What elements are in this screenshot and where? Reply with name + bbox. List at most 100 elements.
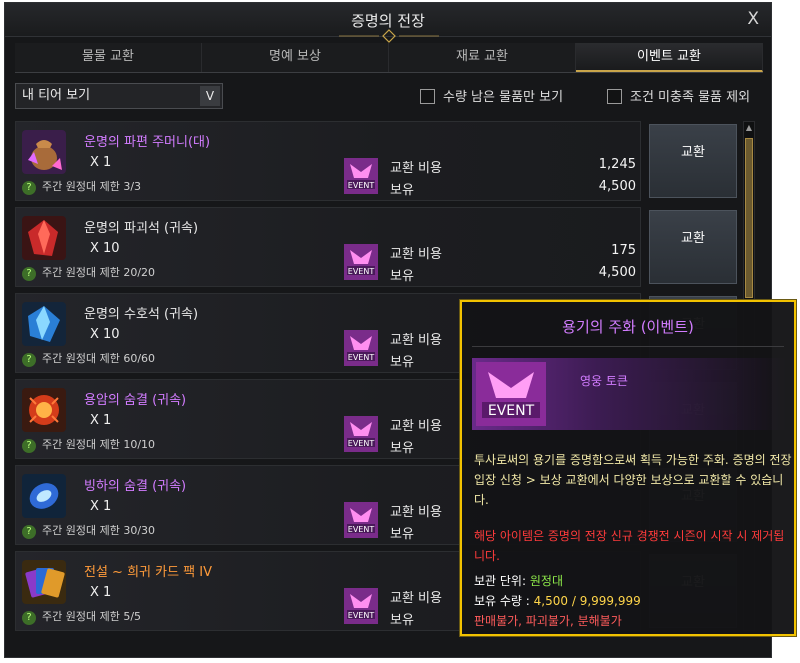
event-token-icon: EVENT: [344, 244, 378, 280]
owned-label: 보유: [390, 441, 414, 456]
cost-label: 교환 비용: [390, 419, 442, 434]
item-body: 운명의 파편 주머니(대) X 1 ? 주간 원정대 제한 3/3 EVENT 교…: [15, 121, 641, 201]
tab-material-exchange[interactable]: 재료 교환: [389, 43, 576, 72]
svg-text:EVENT: EVENT: [348, 611, 375, 620]
cost-label: 교환 비용: [390, 161, 442, 176]
weekly-limit: ? 주간 원정대 제한 3/3: [22, 178, 141, 195]
scroll-thumb[interactable]: [745, 138, 753, 298]
owned-label: 보유: [390, 527, 414, 542]
card-pack-icon: [22, 560, 66, 604]
owned-count-label: 보유 수량 :: [474, 594, 530, 608]
item-name: 운명의 수호석 (귀속): [84, 307, 199, 322]
storage-value: 원정대: [529, 574, 563, 588]
event-token-icon: EVENT: [344, 502, 378, 538]
weekly-limit-text: 주간 원정대 제한 5/5: [42, 610, 142, 623]
tab-event-exchange[interactable]: 이벤트 교환: [576, 43, 763, 72]
tooltip-warning: 해당 아이템은 증명의 전장 신규 경쟁전 시즌이 시작 시 제거됩니다.: [474, 529, 785, 563]
red-crystal-icon: [22, 216, 66, 260]
checkbox-box[interactable]: [607, 89, 622, 104]
item-quantity: X 1: [90, 155, 112, 170]
filter-bar: 내 티어 보기 V 수량 남은 물품만 보기 조건 미충족 물품 제외: [15, 83, 763, 111]
weekly-limit: ? 주간 원정대 제한 20/20: [22, 264, 155, 281]
help-icon[interactable]: ?: [22, 611, 36, 625]
item-name: 전설 ~ 희귀 카드 팩 IV: [84, 565, 213, 580]
title-bar: 증명의 전장 X: [5, 3, 771, 43]
help-icon[interactable]: ?: [22, 439, 36, 453]
only-remaining-label: 수량 남은 물품만 보기: [443, 90, 564, 105]
glacier-breath-icon: [22, 474, 66, 518]
owned-label: 보유: [390, 183, 414, 198]
event-token-icon: EVENT: [344, 330, 378, 366]
window-title: 증명의 전장: [351, 12, 425, 30]
event-token-icon: EVENT: [344, 588, 378, 624]
tier-select[interactable]: 내 티어 보기 V: [15, 83, 223, 109]
cost-label: 교환 비용: [390, 591, 442, 606]
tooltip-storage: 보관 단위: 원정대: [474, 572, 563, 589]
tooltip-owned: 보유 수량 : 4,500 / 9,999,999: [474, 592, 641, 609]
tooltip-description: 투사로써의 용기를 증명함으로써 획득 가능한 주화. 증명의 전장 입장 신청…: [474, 453, 792, 507]
scroll-up-icon[interactable]: ▲: [744, 122, 754, 134]
item-body: 운명의 파괴석 (귀속) X 10 ? 주간 원정대 제한 20/20 EVENT…: [15, 207, 641, 287]
svg-text:EVENT: EVENT: [348, 439, 375, 448]
item-tooltip: 용기의 주화 (이벤트) EVENT 영웅 토큰 투사로써의 용기를 증명함으로…: [460, 300, 796, 636]
chevron-down-icon[interactable]: V: [200, 86, 220, 106]
exchange-button[interactable]: 교환: [649, 210, 737, 284]
cost-label: 교환 비용: [390, 247, 442, 262]
owned-label: 보유: [390, 355, 414, 370]
item-name: 용암의 숨결 (귀속): [84, 393, 187, 408]
weekly-limit-text: 주간 원정대 제한 3/3: [42, 180, 142, 193]
checkbox-box[interactable]: [420, 89, 435, 104]
weekly-limit-text: 주간 원정대 제한 10/10: [42, 438, 156, 451]
tooltip-divider: [472, 346, 784, 347]
tab-honor-reward[interactable]: 명예 보상: [202, 43, 389, 72]
title-ornament-icon: [339, 29, 439, 43]
tab-bar: 물물 교환 명예 보상 재료 교환 이벤트 교환: [15, 43, 763, 73]
svg-text:EVENT: EVENT: [348, 181, 375, 190]
owned-count-value: 4,500 / 9,999,999: [533, 594, 641, 608]
item-quantity: X 10: [90, 241, 120, 256]
only-remaining-checkbox[interactable]: 수량 남은 물품만 보기: [420, 86, 563, 105]
help-icon[interactable]: ?: [22, 267, 36, 281]
close-button[interactable]: X: [747, 9, 759, 29]
pouch-icon: [22, 130, 66, 174]
exclude-unmet-checkbox[interactable]: 조건 미충족 물품 제외: [607, 86, 750, 105]
weekly-limit-text: 주간 원정대 제한 30/30: [42, 524, 156, 537]
tier-select-value: 내 티어 보기: [22, 88, 91, 103]
list-item: 운명의 파편 주머니(대) X 1 ? 주간 원정대 제한 3/3 EVENT 교…: [15, 121, 737, 201]
help-icon[interactable]: ?: [22, 525, 36, 539]
tooltip-title: 용기의 주화 (이벤트): [562, 318, 694, 336]
owned-label: 보유: [390, 613, 414, 628]
owned-label: 보유: [390, 269, 414, 284]
item-name: 운명의 파괴석 (귀속): [84, 221, 199, 236]
owned-value: 4,500: [598, 265, 636, 280]
svg-text:EVENT: EVENT: [348, 353, 375, 362]
exchange-button[interactable]: 교환: [649, 124, 737, 198]
exclude-unmet-label: 조건 미충족 물품 제외: [630, 90, 751, 105]
item-quantity: X 10: [90, 327, 120, 342]
item-quantity: X 1: [90, 499, 112, 514]
item-quantity: X 1: [90, 413, 112, 428]
svg-text:EVENT: EVENT: [348, 525, 375, 534]
item-quantity: X 1: [90, 585, 112, 600]
item-name: 운명의 파편 주머니(대): [84, 135, 211, 150]
cost-label: 교환 비용: [390, 333, 442, 348]
weekly-limit: ? 주간 원정대 제한 5/5: [22, 608, 141, 625]
event-token-icon: EVENT: [476, 362, 546, 426]
help-icon[interactable]: ?: [22, 353, 36, 367]
weekly-limit: ? 주간 원정대 제한 60/60: [22, 350, 155, 367]
weekly-limit: ? 주간 원정대 제한 30/30: [22, 522, 155, 539]
cost-value: 1,245: [598, 157, 636, 172]
list-item: 운명의 파괴석 (귀속) X 10 ? 주간 원정대 제한 20/20 EVENT…: [15, 207, 737, 287]
tooltip-grade: 영웅 토큰: [580, 374, 628, 388]
blue-crystal-icon: [22, 302, 66, 346]
tooltip-restrictions: 판매불가, 파괴불가, 분해불가: [474, 614, 622, 628]
cost-value: 175: [611, 243, 636, 258]
weekly-limit-text: 주간 원정대 제한 60/60: [42, 352, 156, 365]
help-icon[interactable]: ?: [22, 181, 36, 195]
storage-label: 보관 단위:: [474, 574, 527, 588]
svg-text:EVENT: EVENT: [348, 267, 375, 276]
item-name: 빙하의 숨결 (귀속): [84, 479, 187, 494]
tab-barter[interactable]: 물물 교환: [15, 43, 202, 72]
owned-value: 4,500: [598, 179, 636, 194]
cost-label: 교환 비용: [390, 505, 442, 520]
